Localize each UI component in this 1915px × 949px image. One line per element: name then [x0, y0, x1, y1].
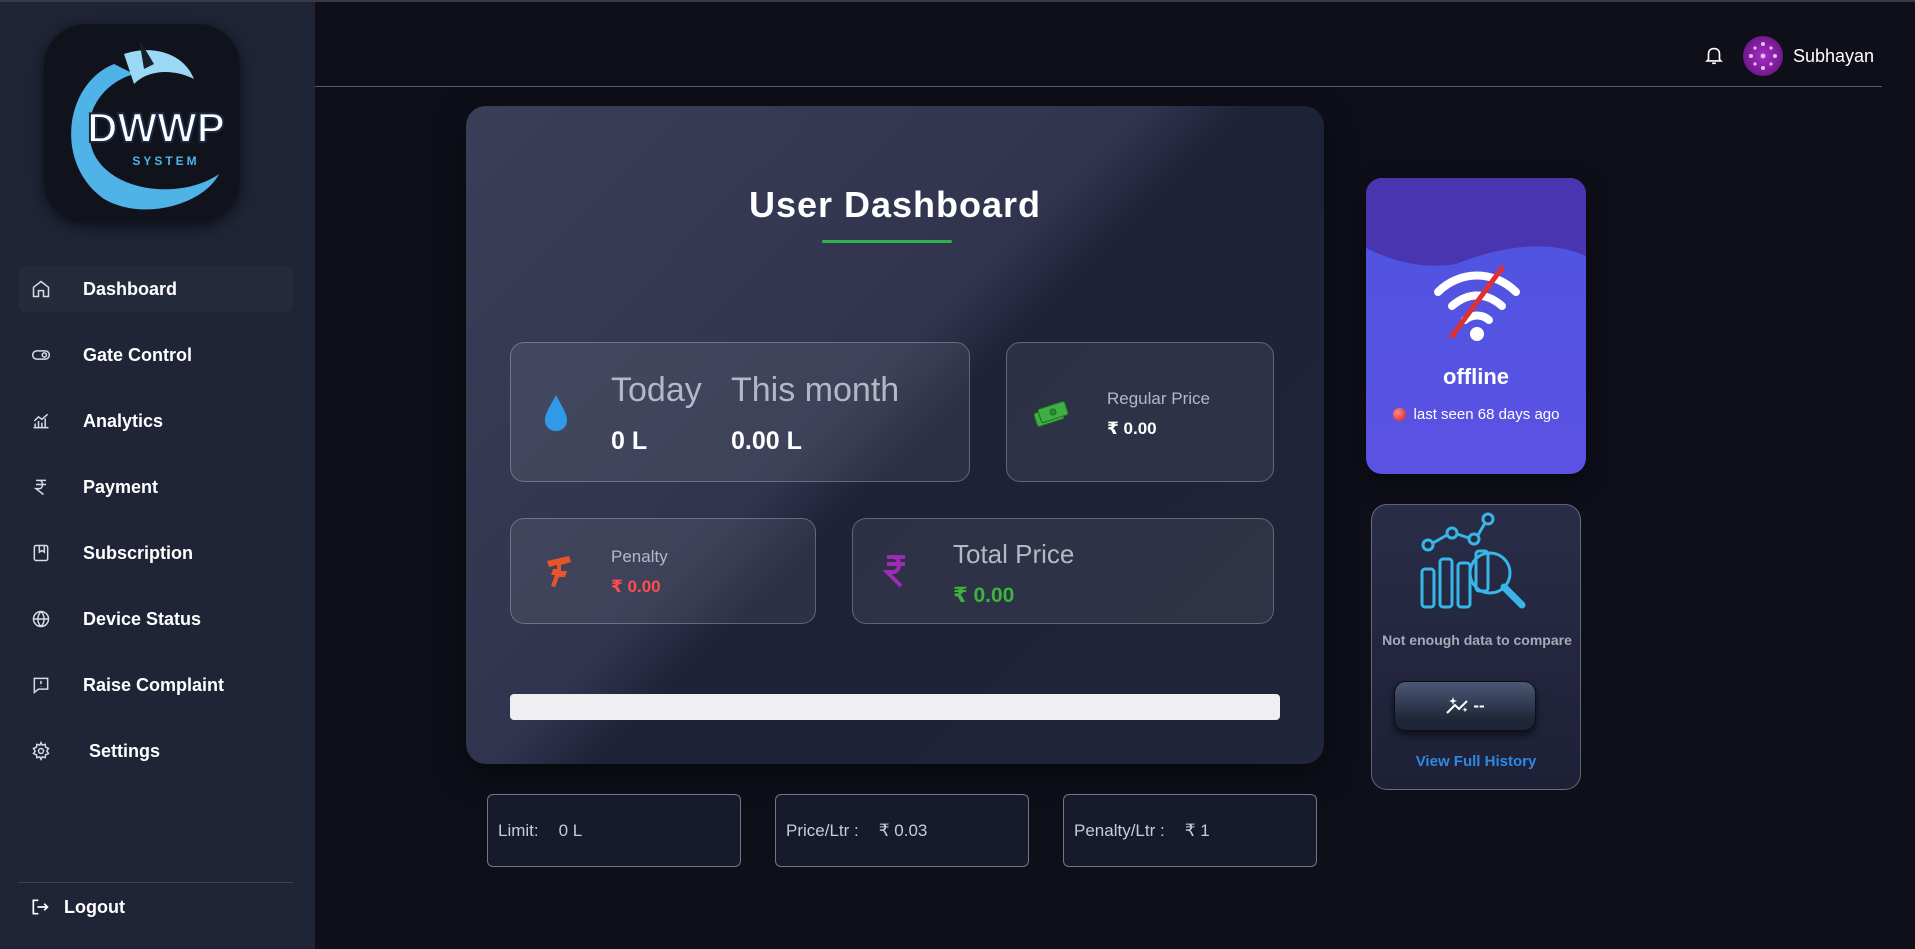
bell-icon[interactable] [1703, 44, 1727, 68]
home-icon [30, 278, 52, 300]
title-underline [822, 240, 952, 243]
limit-value: 0 L [558, 820, 583, 840]
sidebar-item-raise-complaint[interactable]: Raise Complaint [18, 662, 293, 708]
last-seen: last seen 68 days ago [1366, 406, 1586, 423]
month-label: This month [731, 371, 900, 409]
message-alert-icon [30, 674, 52, 696]
analytics-icon [30, 410, 52, 432]
regular-price-label: Regular Price [1107, 389, 1210, 408]
regular-price-card: Regular Price ₹ 0.00 [1006, 342, 1274, 482]
sidebar-item-dashboard[interactable]: Dashboard [18, 266, 293, 312]
compare-message: Not enough data to compare [1382, 632, 1572, 648]
total-price-card: Total Price ₹ 0.00 [852, 518, 1274, 624]
compare-card: Not enough data to compare -- View Full … [1371, 504, 1581, 790]
price-per-ltr-value: ₹ 0.03 [878, 820, 928, 840]
avatar[interactable] [1743, 36, 1783, 76]
device-status-card: offline last seen 68 days ago [1366, 178, 1586, 474]
compare-value: -- [1473, 696, 1485, 715]
penalty-card: Penalty ₹ 0.00 [510, 518, 816, 624]
penalty-value: ₹ 0.00 [611, 577, 661, 596]
penalty-per-ltr-label: Penalty/Ltr : [1074, 820, 1165, 840]
rupee-icon [30, 476, 52, 498]
sidebar: DWWP SYSTEM Dashboard Gate Control Analy… [0, 2, 315, 949]
money-icon [1033, 401, 1069, 427]
dwwp-logo[interactable]: DWWP SYSTEM [44, 24, 240, 222]
sidebar-nav: Dashboard Gate Control Analytics Payment… [18, 266, 293, 794]
globe-icon [30, 608, 52, 630]
sidebar-item-label: Raise Complaint [83, 674, 225, 695]
water-drop-icon [545, 395, 567, 431]
month-value: 0.00 L [731, 427, 802, 455]
sidebar-item-label: Subscription [83, 542, 194, 563]
penalty-per-ltr-box: Penalty/Ltr : ₹ 1 [1063, 794, 1317, 867]
sidebar-item-label: Settings [89, 740, 161, 761]
device-status-text: offline [1443, 364, 1509, 389]
logout-label: Logout [64, 896, 125, 917]
total-price-value: ₹ 0.00 [953, 584, 1015, 607]
compare-button[interactable]: -- [1394, 681, 1536, 731]
svg-text:DWWP: DWWP [87, 104, 225, 151]
toggle-icon [30, 344, 52, 366]
sidebar-item-device-status[interactable]: Device Status [18, 596, 293, 642]
dashboard-card: User Dashboard Today 0 L This month 0.00… [466, 106, 1324, 764]
limit-box: Limit: 0 L [487, 794, 741, 867]
usage-card: Today 0 L This month 0.00 L [510, 342, 970, 482]
header-divider [315, 86, 1882, 87]
sidebar-item-analytics[interactable]: Analytics [18, 398, 293, 444]
total-price-label: Total Price [953, 539, 1075, 569]
sidebar-item-label: Device Status [83, 608, 202, 629]
regular-price-value: ₹ 0.00 [1107, 419, 1157, 438]
price-per-ltr-label: Price/Ltr : [786, 820, 859, 840]
limit-label: Limit: [498, 820, 539, 840]
price-per-ltr-box: Price/Ltr : ₹ 0.03 [775, 794, 1029, 867]
today-value: 0 L [611, 427, 648, 455]
sidebar-item-payment[interactable]: Payment [18, 464, 293, 510]
penalty-per-ltr-value: ₹ 1 [1184, 820, 1210, 840]
sidebar-item-label: Analytics [83, 410, 164, 431]
last-seen-text: last seen 68 days ago [1413, 406, 1560, 423]
sidebar-item-gate-control[interactable]: Gate Control [18, 332, 293, 378]
bookmark-icon [30, 542, 52, 564]
page-title: User Dashboard [748, 184, 1042, 225]
penalty-icon [547, 556, 571, 587]
sparkle-trend-icon [1446, 697, 1469, 714]
logout-icon [32, 899, 49, 915]
analytics-search-icon [1420, 512, 1526, 609]
sidebar-item-label: Payment [83, 476, 159, 497]
wifi-off-icon [1434, 265, 1520, 341]
rupee-icon [883, 555, 905, 588]
usage-progress-bar [510, 694, 1280, 720]
penalty-label: Penalty [611, 547, 668, 566]
username[interactable]: Subhayan [1793, 46, 1874, 67]
today-label: Today [611, 371, 702, 409]
sidebar-item-settings[interactable]: Settings [18, 728, 293, 774]
logout-button[interactable]: Logout [30, 894, 125, 920]
sidebar-item-subscription[interactable]: Subscription [18, 530, 293, 576]
sidebar-item-label: Dashboard [83, 278, 178, 299]
sidebar-divider [18, 882, 293, 883]
view-full-history-link[interactable]: View Full History [1372, 753, 1580, 770]
gear-icon [30, 740, 52, 762]
logo-icon: DWWP SYSTEM [71, 39, 226, 210]
sidebar-item-label: Gate Control [83, 344, 193, 365]
card-wave [1366, 178, 1586, 266]
status-dot-icon [1392, 408, 1406, 421]
svg-text:SYSTEM: SYSTEM [132, 154, 199, 168]
